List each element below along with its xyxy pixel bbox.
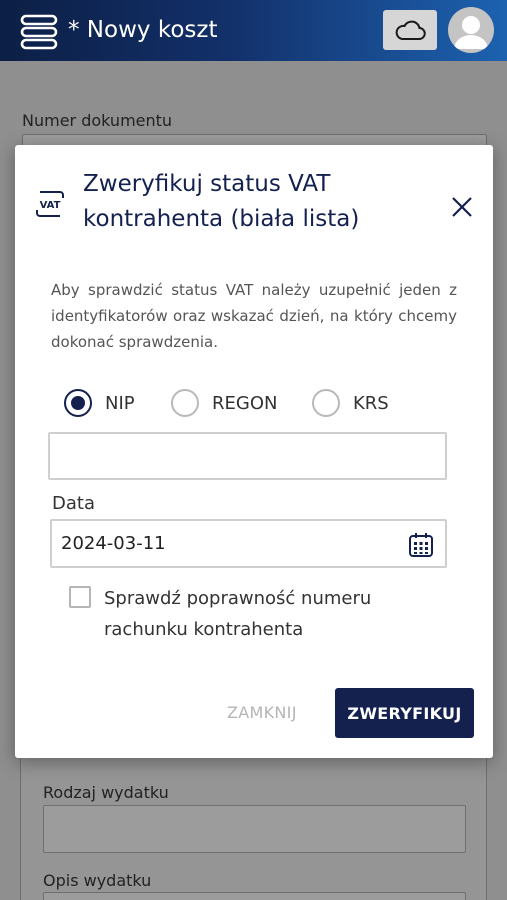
- dialog-title: Zweryfikuj status VAT kontrahenta (biała…: [83, 171, 360, 232]
- dialog-description: Aby sprawdzić status VAT należy uzupełni…: [51, 281, 457, 351]
- expense-description-label: Opis wydatku: [43, 871, 152, 890]
- radio-regon[interactable]: REGON: [171, 389, 277, 417]
- app-header: * Nowy koszt: [0, 0, 507, 61]
- menu-stack-icon[interactable]: [20, 13, 60, 51]
- date-label: Data: [52, 493, 95, 514]
- close-button[interactable]: ZAMKNIJ: [227, 703, 297, 722]
- calendar-icon[interactable]: [408, 532, 434, 558]
- identifier-input[interactable]: [48, 432, 447, 480]
- verify-account-checkbox-label: Sprawdź poprawność numeru rachunku kontr…: [104, 588, 372, 640]
- expense-type-label: Rodzaj wydatku: [43, 783, 169, 802]
- page-title: * Nowy koszt: [68, 17, 218, 43]
- radio-krs-circle[interactable]: [312, 389, 340, 417]
- user-avatar[interactable]: [448, 7, 494, 53]
- cloud-sync-button[interactable]: [383, 10, 437, 50]
- radio-krs-label: KRS: [353, 392, 389, 414]
- date-value: 2024-03-11: [61, 533, 166, 554]
- date-input[interactable]: 2024-03-11: [50, 519, 447, 568]
- svg-text:VAT: VAT: [40, 200, 61, 211]
- identifier-type-radio-group: NIP REGON KRS: [64, 389, 444, 417]
- cloud-icon: [395, 20, 426, 40]
- radio-krs[interactable]: KRS: [312, 389, 389, 417]
- verify-button[interactable]: ZWERYFIKUJ: [335, 688, 474, 738]
- radio-nip-label: NIP: [105, 392, 135, 414]
- user-avatar-icon: [454, 16, 488, 49]
- vat-verification-dialog: VAT Zweryfikuj status VAT kontrahenta (b…: [15, 145, 493, 758]
- radio-regon-circle[interactable]: [171, 389, 199, 417]
- expense-description-field[interactable]: [43, 892, 466, 900]
- radio-nip[interactable]: NIP: [64, 389, 135, 417]
- verify-account-checkbox[interactable]: [69, 586, 91, 608]
- close-icon[interactable]: [447, 192, 477, 222]
- expense-type-field[interactable]: [43, 805, 466, 853]
- document-number-label: Numer dokumentu: [22, 111, 173, 130]
- radio-regon-label: REGON: [212, 392, 278, 414]
- radio-nip-circle[interactable]: [64, 389, 92, 417]
- vat-icon: VAT: [36, 191, 64, 217]
